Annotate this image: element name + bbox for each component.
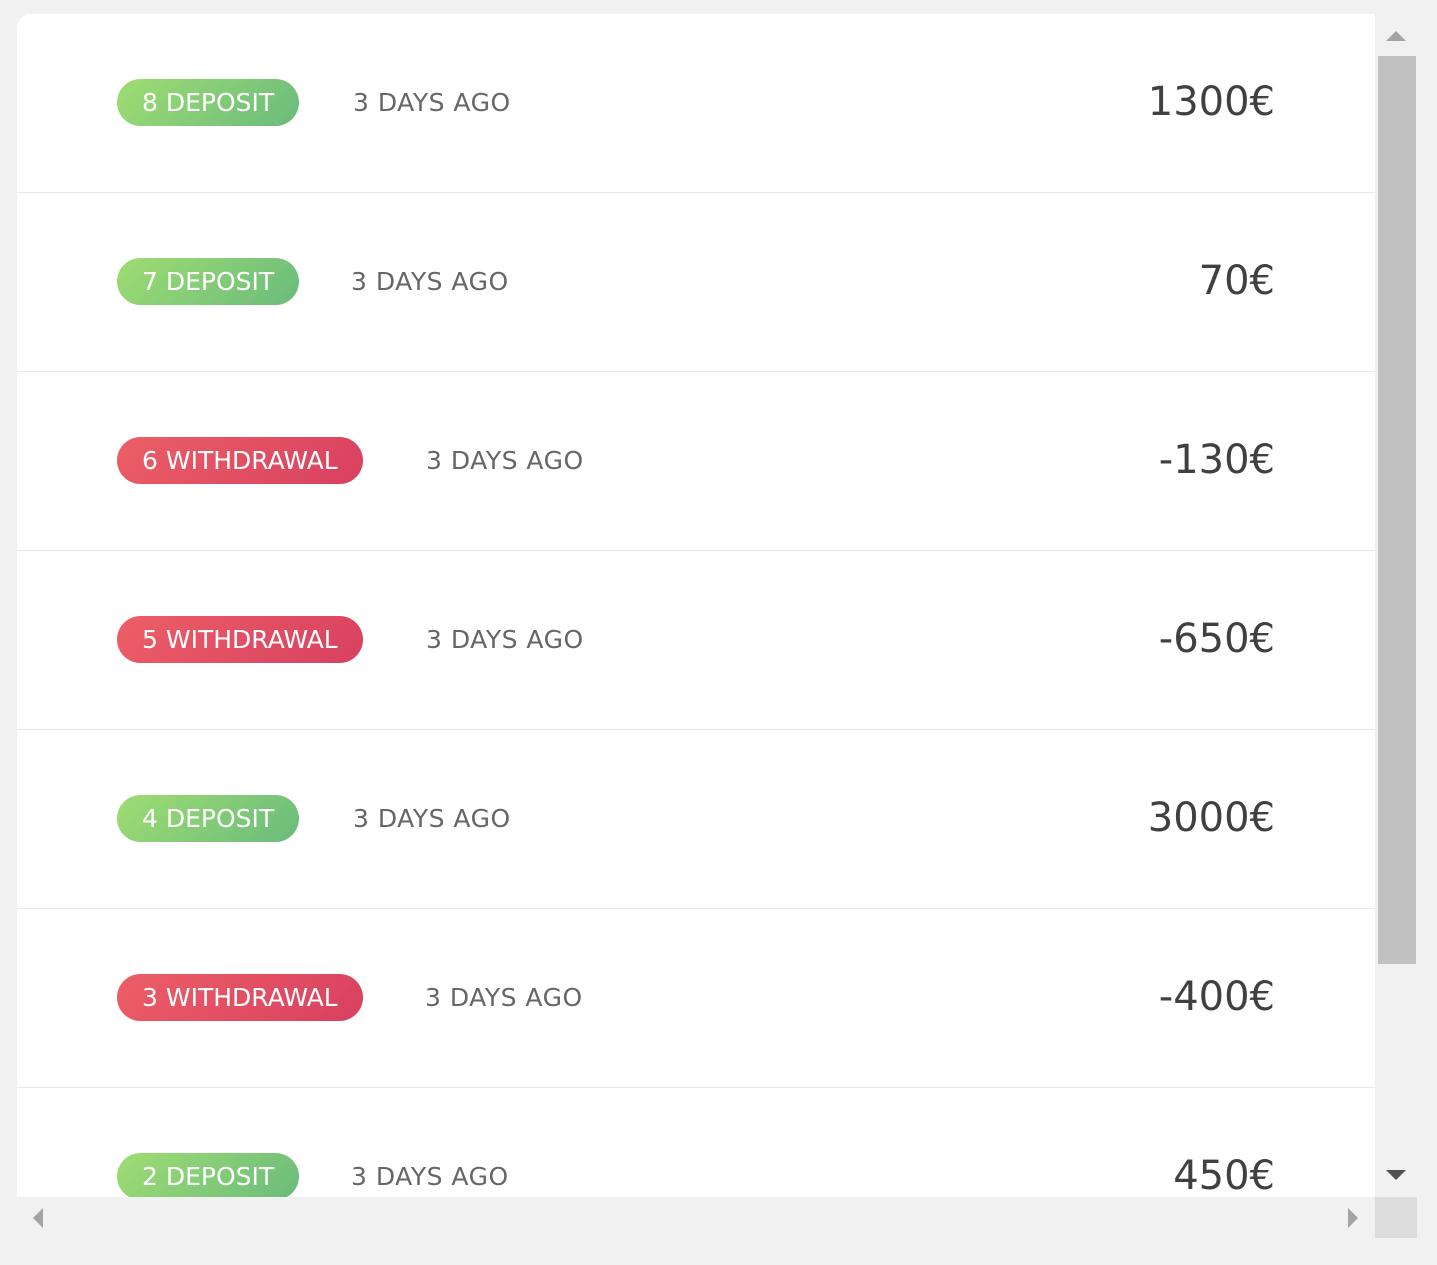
transaction-badge: 6 WITHDRAWAL: [117, 437, 363, 484]
transaction-amount: -130€: [1158, 437, 1275, 483]
triangle-left-icon[interactable]: [33, 1208, 43, 1228]
transaction-amount: 1300€: [1147, 79, 1275, 125]
transaction-amount: -400€: [1158, 974, 1275, 1020]
transaction-history-panel: 8 DEPOSIT 3 DAYS AGO 1300€ 7 DEPOSIT 3 D…: [17, 14, 1417, 1238]
transaction-badge: 5 WITHDRAWAL: [117, 616, 363, 663]
transaction-time: 3 DAYS AGO: [353, 88, 511, 117]
horizontal-scrollbar[interactable]: [17, 1197, 1375, 1238]
triangle-down-icon[interactable]: [1386, 1170, 1406, 1180]
transaction-row: 2 DEPOSIT 3 DAYS AGO 450€: [17, 1088, 1375, 1197]
transaction-badge: 7 DEPOSIT: [117, 258, 300, 305]
transaction-amount: 3000€: [1147, 795, 1275, 841]
triangle-right-icon[interactable]: [1348, 1208, 1358, 1228]
scrollbar-corner: [1375, 1197, 1417, 1238]
transaction-amount: -650€: [1158, 616, 1275, 662]
transaction-row: 4 DEPOSIT 3 DAYS AGO 3000€: [17, 730, 1375, 909]
transaction-time: 3 DAYS AGO: [351, 1162, 509, 1191]
transaction-badge: 4 DEPOSIT: [117, 795, 300, 842]
transaction-row: 3 WITHDRAWAL 3 DAYS AGO -400€: [17, 909, 1375, 1088]
transaction-row: 5 WITHDRAWAL 3 DAYS AGO -650€: [17, 551, 1375, 730]
transaction-time: 3 DAYS AGO: [426, 625, 584, 654]
transaction-time: 3 DAYS AGO: [425, 983, 583, 1012]
vertical-scrollbar[interactable]: [1375, 14, 1417, 1197]
transaction-row: 7 DEPOSIT 3 DAYS AGO 70€: [17, 193, 1375, 372]
vertical-scroll-thumb[interactable]: [1378, 56, 1416, 964]
transaction-amount: 450€: [1173, 1153, 1275, 1197]
transaction-badge: 8 DEPOSIT: [117, 79, 300, 126]
transaction-amount: 70€: [1198, 258, 1275, 304]
transaction-row: 6 WITHDRAWAL 3 DAYS AGO -130€: [17, 372, 1375, 551]
transaction-list[interactable]: 8 DEPOSIT 3 DAYS AGO 1300€ 7 DEPOSIT 3 D…: [17, 14, 1375, 1197]
transaction-time: 3 DAYS AGO: [351, 267, 509, 296]
transaction-badge: 3 WITHDRAWAL: [117, 974, 363, 1021]
triangle-up-icon[interactable]: [1386, 31, 1406, 41]
transaction-row: 8 DEPOSIT 3 DAYS AGO 1300€: [17, 14, 1375, 193]
transaction-time: 3 DAYS AGO: [426, 446, 584, 475]
transaction-badge: 2 DEPOSIT: [117, 1153, 300, 1197]
transaction-time: 3 DAYS AGO: [353, 804, 511, 833]
